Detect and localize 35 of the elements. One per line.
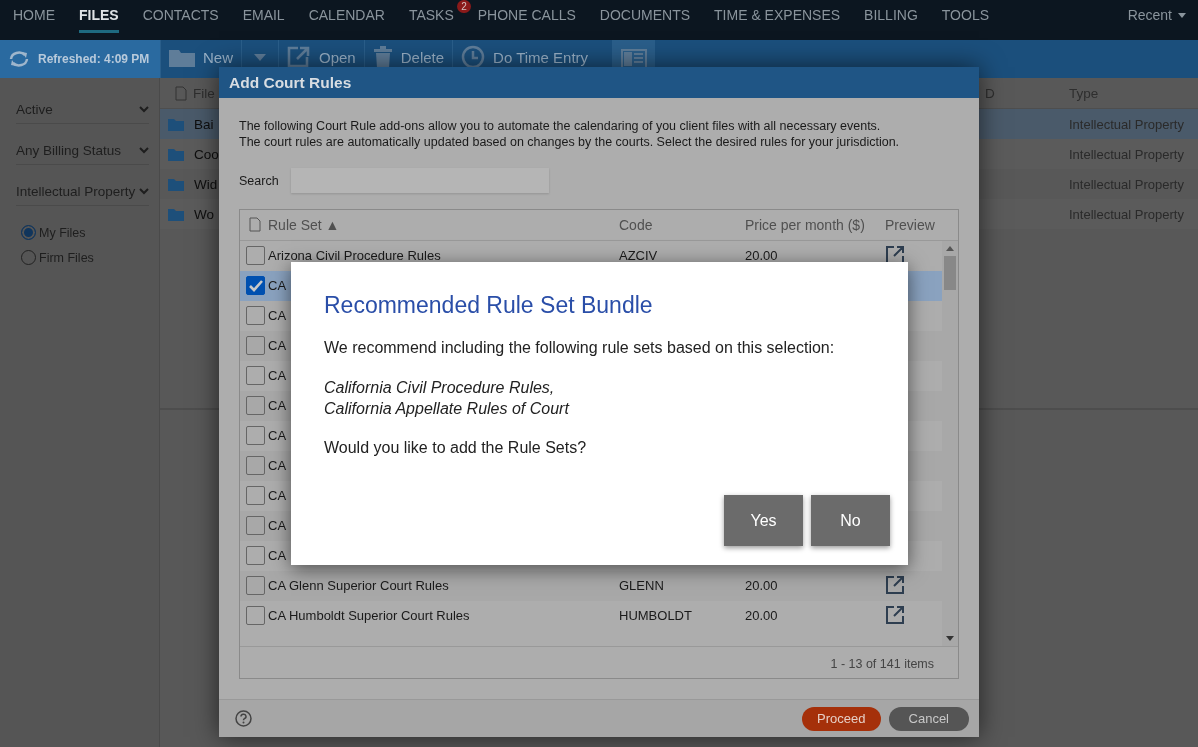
table-cell-text: CA bbox=[268, 427, 287, 443]
table-cell-text: CA bbox=[268, 397, 287, 413]
file-name: Bai bbox=[194, 116, 214, 132]
intro-text: The following Court Rule add-ons allow you to automate the calendaring of you client files with all necessary events. bbox=[239, 118, 882, 134]
table-cell-text: CA bbox=[268, 457, 287, 473]
file-name: Wo bbox=[194, 206, 214, 222]
table-cell-text: CA bbox=[268, 547, 287, 563]
intro-text: The court rules are automatically updated based on changes by the courts. Select the desired rules for your jurisdiction. bbox=[239, 134, 901, 150]
table-cell-text: 20.00 bbox=[745, 577, 778, 593]
modal-question: Would you like to add the Rule Sets? bbox=[324, 439, 588, 457]
table-cell-text: CA bbox=[268, 337, 287, 353]
search-label: Search bbox=[239, 173, 279, 188]
table-cell-text: 20.00 bbox=[745, 247, 778, 263]
table-cell-text: GLENN bbox=[619, 577, 664, 593]
table-cell-text: 20.00 bbox=[745, 607, 778, 623]
file-type: Intellectual Property bbox=[1068, 116, 1185, 132]
table-cell-text: AZCIV bbox=[619, 247, 658, 263]
table-cell-text: Arizona Civil Procedure Rules bbox=[268, 247, 441, 263]
file-name: Wid bbox=[194, 176, 218, 192]
table-cell-text: CA bbox=[268, 367, 287, 383]
table-cell-text: CA bbox=[268, 307, 287, 323]
table-cell-text: HUMBOLDT bbox=[619, 607, 692, 623]
rule-set-name: California Appellate Rules of Court bbox=[324, 399, 571, 419]
table-cell-text: CA bbox=[268, 277, 287, 293]
rule-set-name: California Civil Procedure Rules, bbox=[324, 378, 556, 398]
pager-info: 1 - 13 of 141 items bbox=[830, 657, 934, 671]
count-badge: 2 bbox=[457, 0, 471, 13]
refreshed-time: Refreshed: 4:09 PM bbox=[38, 52, 150, 66]
file-name: Coo bbox=[194, 146, 219, 162]
table-cell-text: CA bbox=[268, 517, 287, 533]
modal-title: Recommended Rule Set Bundle bbox=[324, 292, 654, 319]
modal-message: We recommend including the following rule sets based on this selection: bbox=[324, 339, 836, 357]
table-cell-text: CA Humboldt Superior Court Rules bbox=[268, 607, 470, 623]
table-cell-text: CA bbox=[268, 487, 287, 503]
table-cell-text: CA Glenn Superior Court Rules bbox=[268, 577, 449, 593]
